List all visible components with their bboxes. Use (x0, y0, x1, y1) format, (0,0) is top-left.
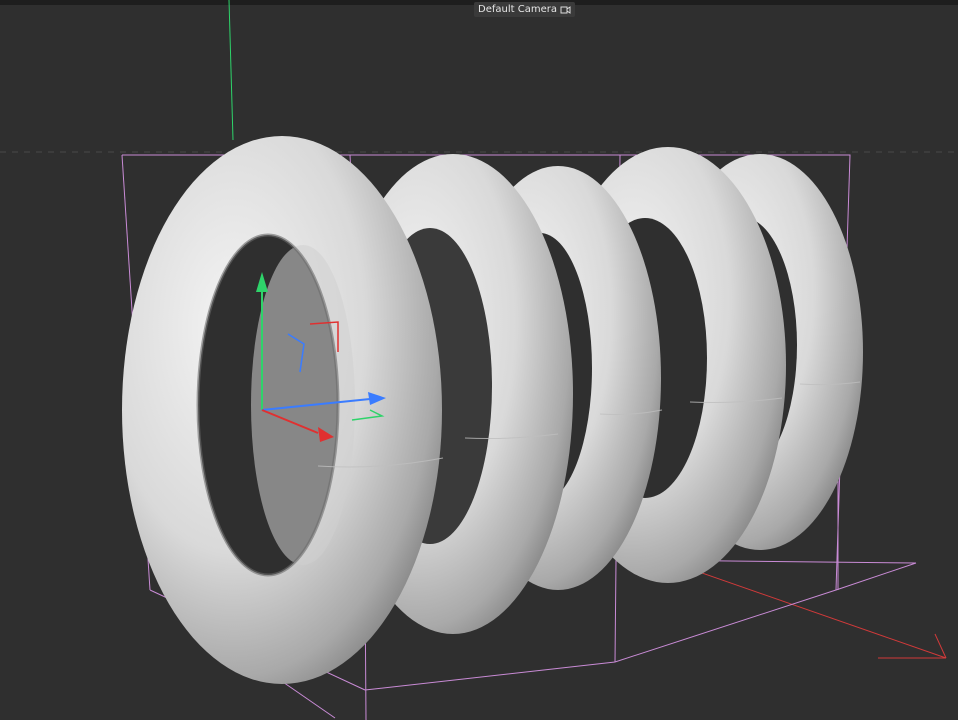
camera-selector[interactable]: Default Camera (474, 2, 575, 17)
camera-label-text: Default Camera (478, 4, 557, 15)
world-y-axis (228, 0, 234, 141)
camera-link-icon (560, 5, 571, 14)
torus-1[interactable] (122, 136, 442, 684)
scene-canvas[interactable] (0, 0, 958, 720)
3d-viewport[interactable]: Default Camera (0, 0, 958, 720)
